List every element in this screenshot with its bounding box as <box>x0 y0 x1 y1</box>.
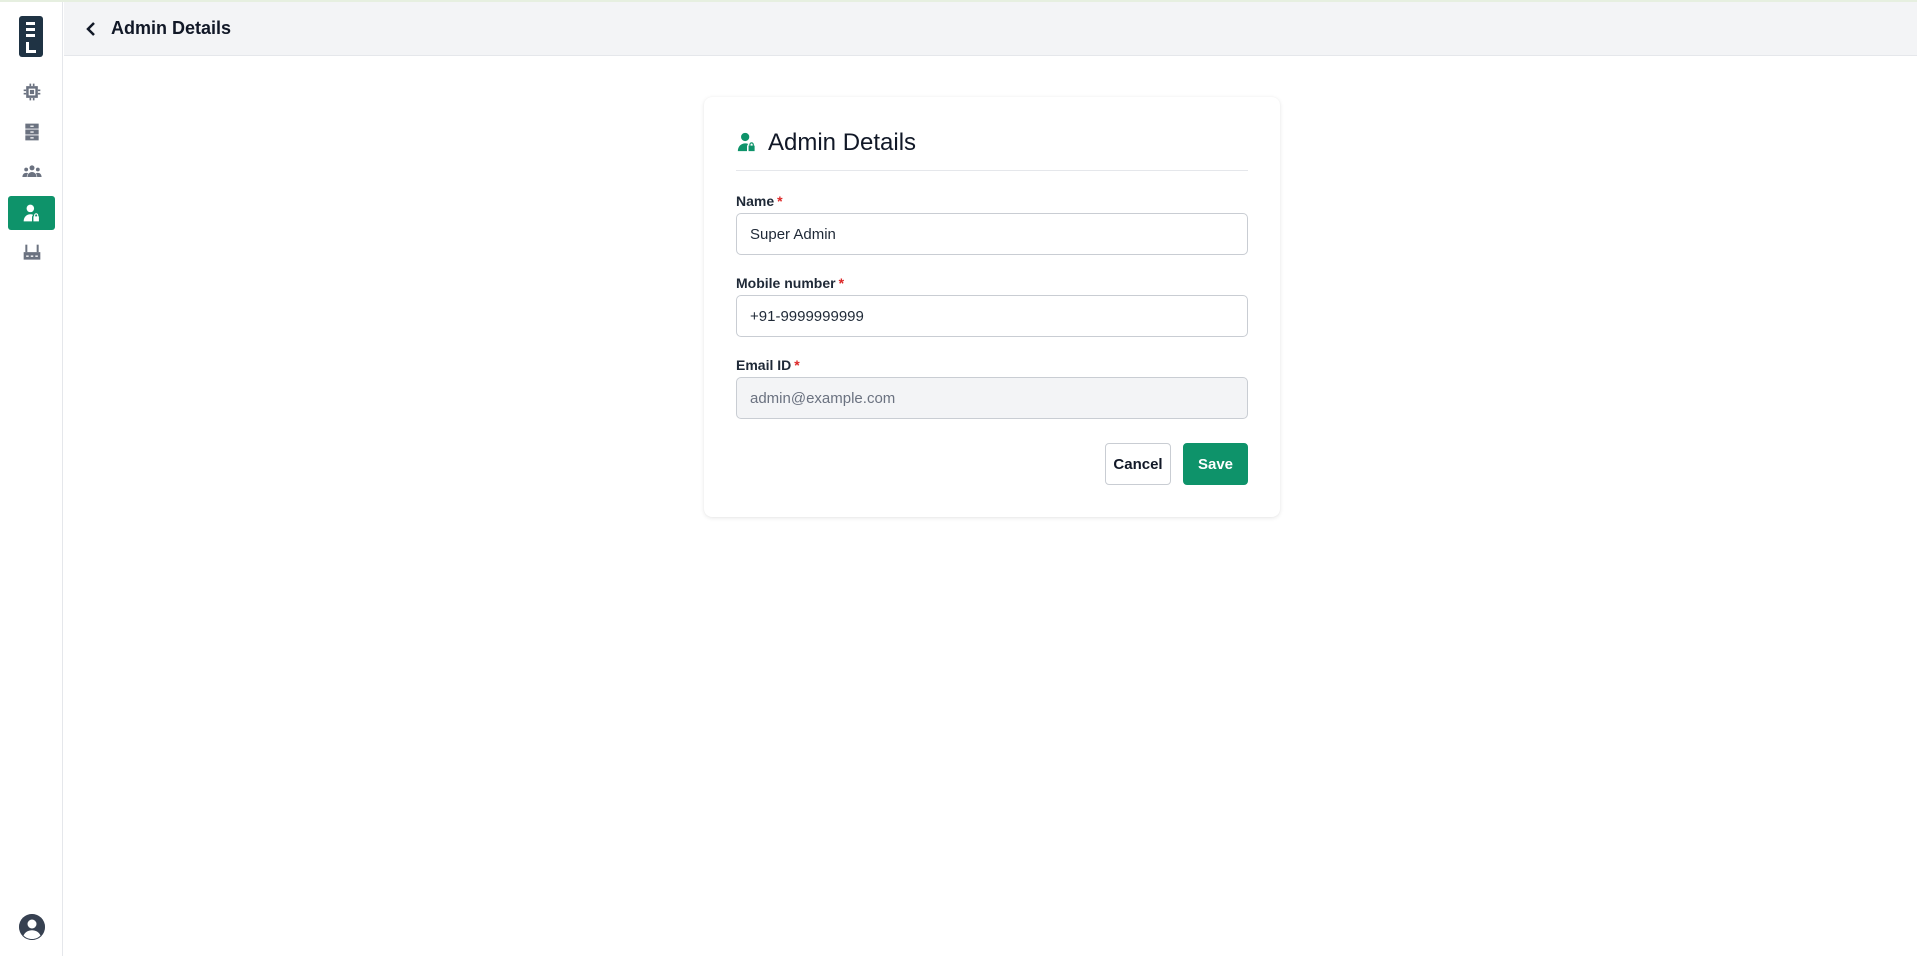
chip-icon <box>23 83 40 101</box>
gateway-icon <box>23 244 40 260</box>
admin-user-icon <box>23 204 39 222</box>
required-mark: * <box>777 193 783 209</box>
email-label-text: Email ID <box>736 357 792 373</box>
account-avatar[interactable] <box>19 914 45 940</box>
name-input[interactable] <box>736 213 1248 255</box>
admin-details-card: Admin Details Name* Mobile number* Email… <box>704 97 1280 517</box>
email-id-input <box>736 377 1248 419</box>
users-icon <box>21 165 42 177</box>
server-icon <box>24 123 39 141</box>
mobile-label-text: Mobile number <box>736 275 836 291</box>
sidebar-item-servers[interactable] <box>8 115 55 149</box>
sidebar-item-devices[interactable] <box>8 75 55 109</box>
back-button[interactable] <box>81 19 101 39</box>
sidebar <box>0 2 63 956</box>
sidebar-item-users[interactable] <box>8 155 55 189</box>
mobile-number-input[interactable] <box>736 295 1248 337</box>
name-label-text: Name <box>736 193 775 209</box>
account-circle-icon <box>19 914 45 940</box>
admin-user-icon <box>737 132 755 152</box>
required-mark: * <box>794 357 800 373</box>
mobile-label: Mobile number * <box>736 275 844 291</box>
sidebar-item-gateways[interactable] <box>8 236 55 270</box>
card-header: Admin Details <box>736 129 1248 171</box>
cancel-button[interactable]: Cancel <box>1105 443 1171 485</box>
chevron-left-icon <box>86 21 95 36</box>
card-title: Admin Details <box>768 129 917 156</box>
name-label: Name * <box>736 193 783 209</box>
sidebar-item-admin[interactable] <box>8 196 55 230</box>
email-label: Email ID * <box>736 357 800 373</box>
page-title: Admin Details <box>111 18 232 38</box>
required-mark: * <box>838 275 845 291</box>
save-button[interactable]: Save <box>1183 443 1248 485</box>
page-header: Admin Details <box>64 2 1917 56</box>
app-logo[interactable] <box>19 16 43 57</box>
